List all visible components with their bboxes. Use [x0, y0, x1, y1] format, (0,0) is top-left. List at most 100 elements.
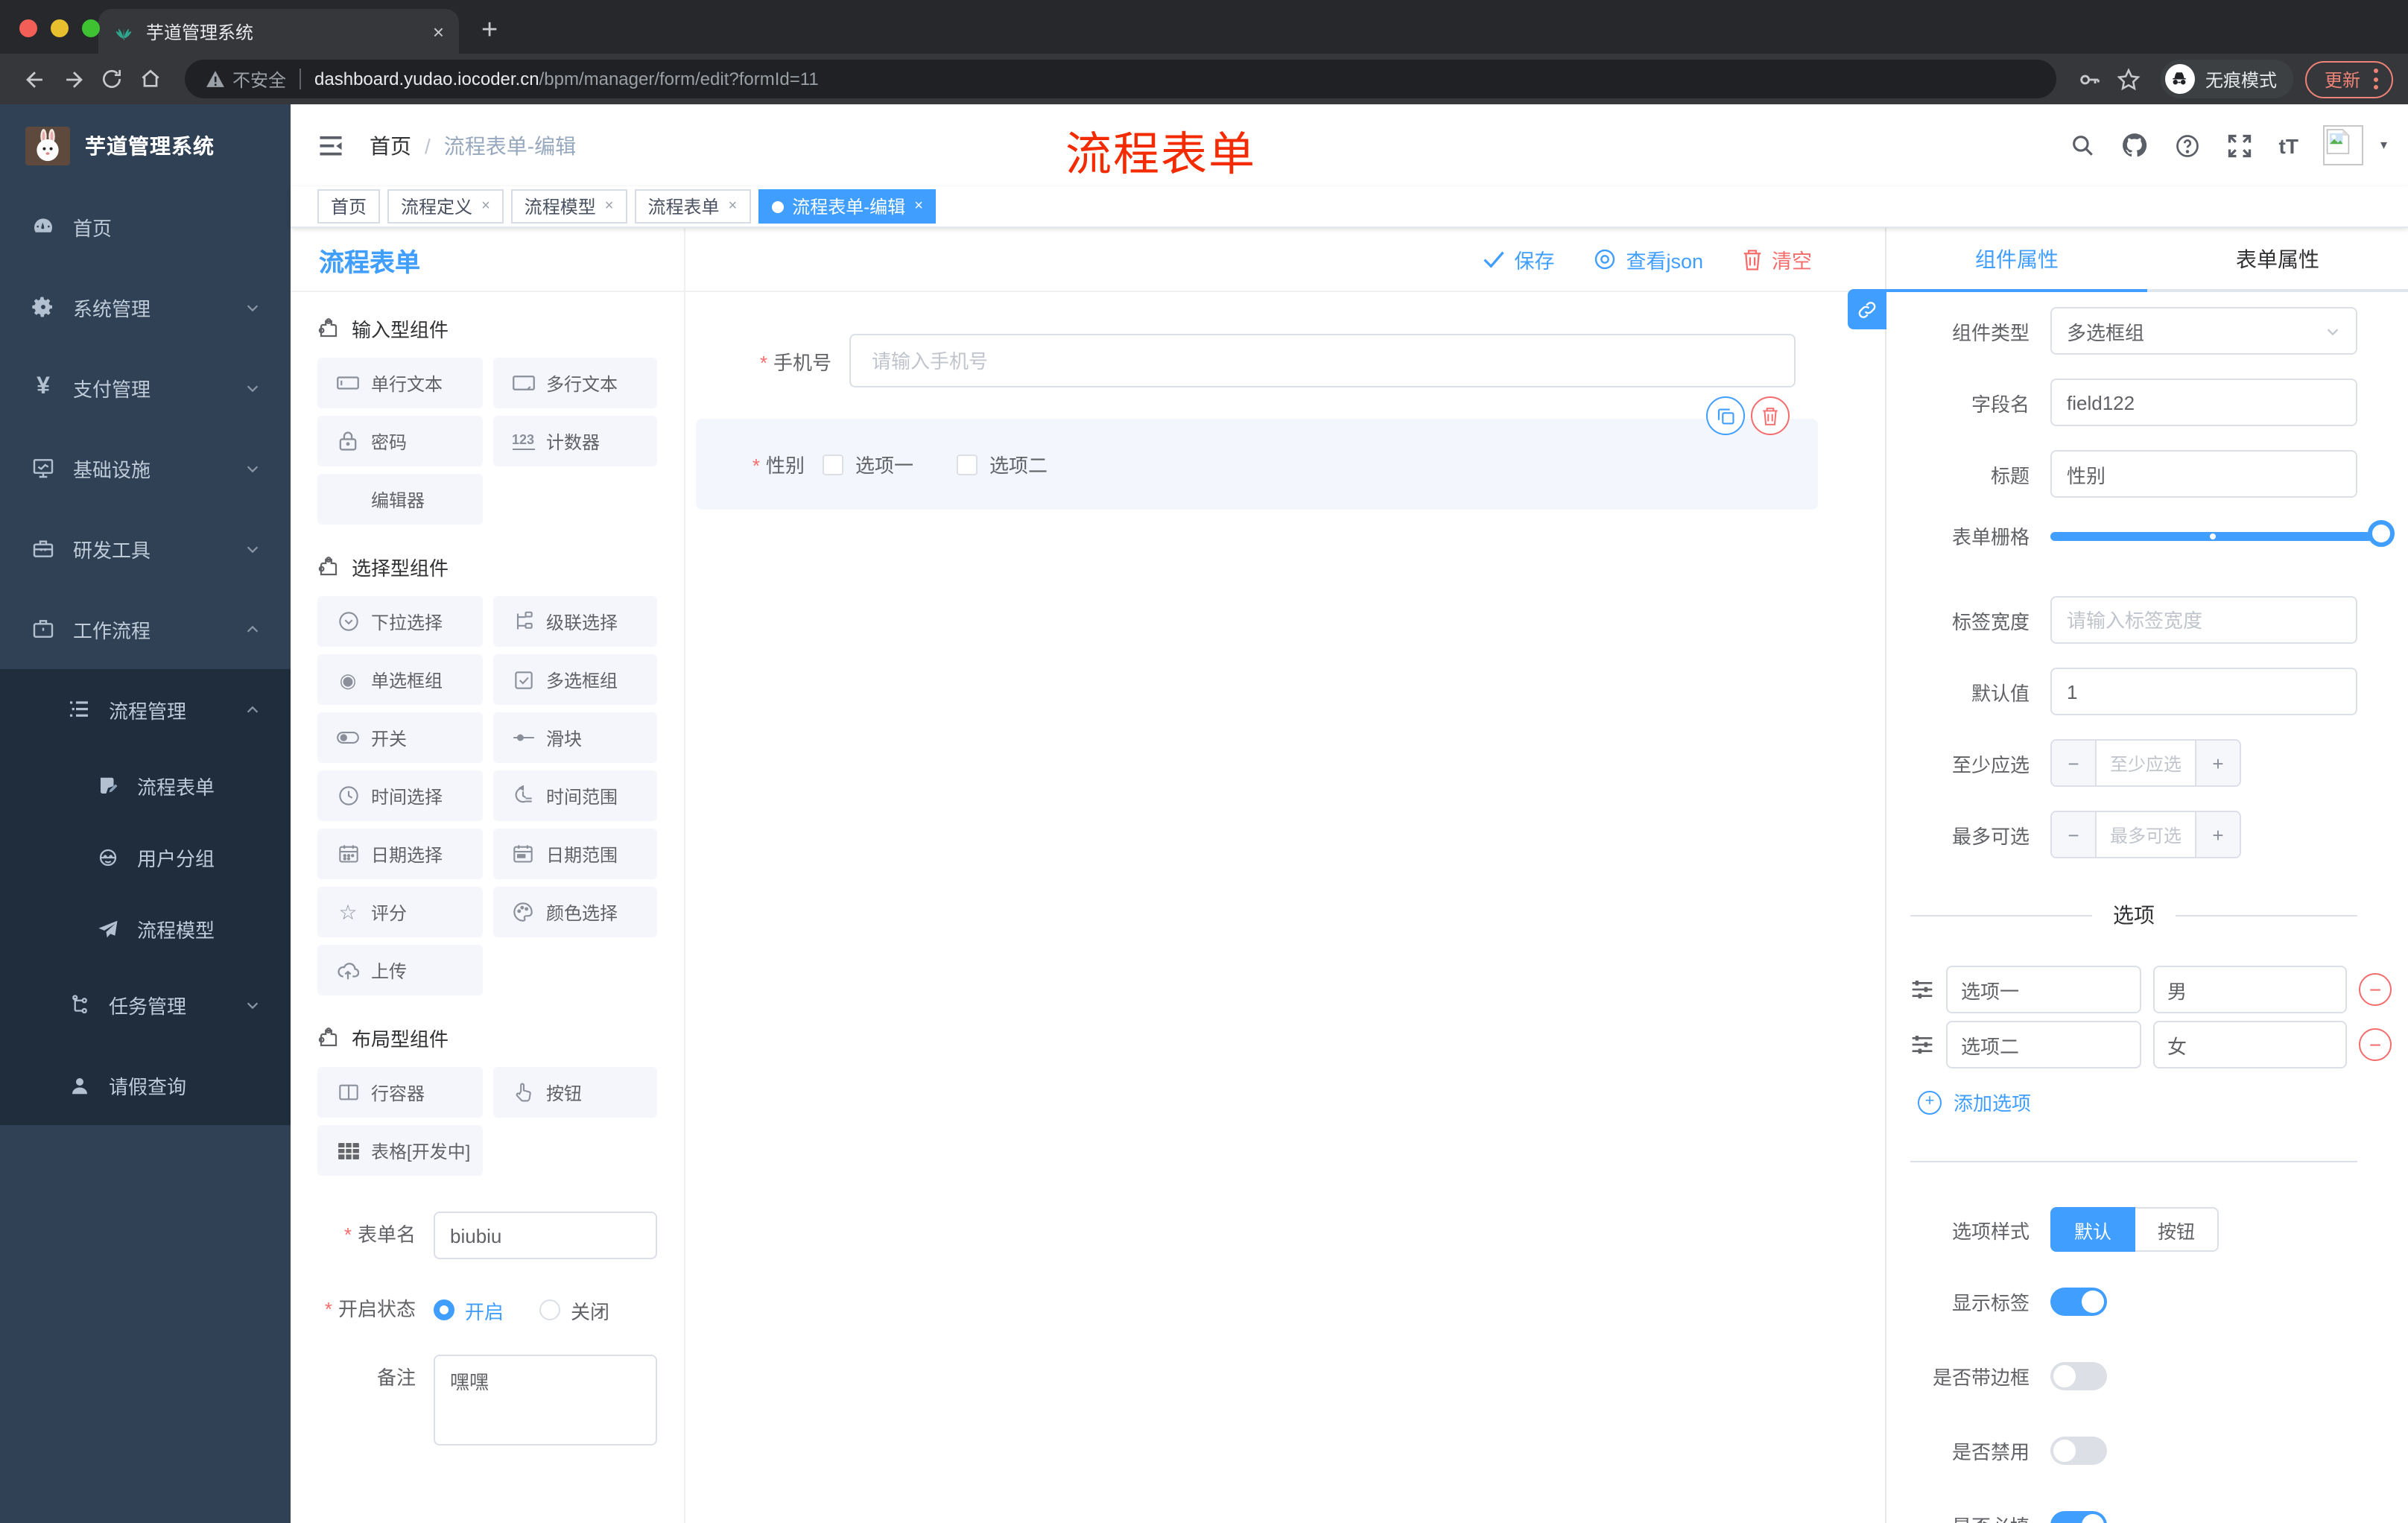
stepper-minus-button[interactable]: −: [2052, 812, 2097, 857]
option-value-input[interactable]: [2152, 1021, 2347, 1068]
gender-option-1[interactable]: 选项一: [823, 450, 913, 478]
canvas-field-phone[interactable]: 手机号: [723, 334, 1885, 387]
link-handle[interactable]: [1848, 289, 1886, 329]
password-key-icon[interactable]: [2071, 60, 2110, 98]
new-tab-button[interactable]: +: [481, 16, 498, 45]
sidebar-item-system[interactable]: 系统管理: [0, 267, 291, 347]
stepper-minus-button[interactable]: −: [2052, 741, 2097, 785]
phone-input[interactable]: [849, 334, 1796, 387]
minimize-window-button[interactable]: [51, 19, 69, 37]
sidebar-collapse-icon[interactable]: [317, 133, 344, 157]
sidebar-item-leave-query[interactable]: 请假查询: [0, 1045, 291, 1125]
palette-item-editor[interactable]: 编辑器: [317, 474, 482, 525]
sidebar-item-process-form[interactable]: 流程表单: [0, 750, 291, 821]
style-default-button[interactable]: 默认: [2050, 1207, 2136, 1252]
drag-handle-icon[interactable]: [1910, 978, 1934, 1001]
option-label-input[interactable]: [1946, 1021, 2141, 1068]
palette-item-checkbox-group[interactable]: 多选框组: [492, 654, 657, 705]
palette-item-rate[interactable]: ☆ 评分: [317, 887, 482, 937]
palette-item-counter[interactable]: 123 计数器: [492, 416, 657, 466]
sidebar-item-payment[interactable]: ¥ 支付管理: [0, 347, 291, 428]
address-bar[interactable]: 不安全 dashboard.yudao.iocoder.cn/bpm/manag…: [185, 60, 2056, 98]
palette-item-upload[interactable]: 上传: [317, 945, 482, 995]
security-warning-icon[interactable]: [206, 70, 225, 88]
style-button-button[interactable]: 按钮: [2135, 1207, 2220, 1252]
view-json-button[interactable]: 查看json: [1593, 244, 1703, 274]
title-input[interactable]: [2050, 450, 2357, 498]
palette-item-switch[interactable]: 开关: [317, 712, 482, 763]
security-label[interactable]: 不安全: [232, 66, 286, 92]
close-window-button[interactable]: [19, 19, 37, 37]
palette-item-radio-group[interactable]: ◉ 单选框组: [317, 654, 482, 705]
tag-process-form-edit[interactable]: 流程表单-编辑 ×: [758, 189, 937, 224]
default-value-input[interactable]: [2050, 668, 2357, 715]
window-controls[interactable]: [19, 19, 100, 37]
label-width-input[interactable]: [2050, 596, 2357, 644]
search-icon[interactable]: [2070, 133, 2096, 158]
tag-process-definition[interactable]: 流程定义 ×: [387, 189, 504, 224]
sidebar-item-workflow[interactable]: 工作流程: [0, 589, 291, 669]
update-label[interactable]: 更新: [2325, 66, 2360, 92]
palette-item-select[interactable]: 下拉选择: [317, 596, 482, 647]
zoom-window-button[interactable]: [82, 19, 100, 37]
form-grid-slider[interactable]: [2050, 519, 2395, 546]
browser-menu-icon[interactable]: [2374, 69, 2378, 89]
option-value-input[interactable]: [2152, 966, 2347, 1013]
min-select-stepper[interactable]: − 至少应选 +: [2050, 739, 2241, 787]
avatar-caret-icon[interactable]: ▾: [2380, 137, 2387, 153]
font-size-icon[interactable]: tT: [2279, 133, 2298, 157]
max-select-stepper[interactable]: − 最多可选 +: [2050, 811, 2241, 858]
palette-item-date-picker[interactable]: 日期选择: [317, 829, 482, 879]
clear-button[interactable]: 清空: [1742, 244, 1812, 274]
avatar[interactable]: [2323, 125, 2364, 165]
sidebar-item-home[interactable]: 首页: [0, 186, 291, 267]
sidebar-item-user-group[interactable]: 用户分组: [0, 821, 291, 893]
option-label-input[interactable]: [1946, 966, 2141, 1013]
tag-home[interactable]: 首页: [317, 189, 381, 224]
copy-field-button[interactable]: [1706, 396, 1745, 435]
tag-process-model[interactable]: 流程模型 ×: [510, 189, 627, 224]
delete-field-button[interactable]: [1751, 396, 1790, 435]
palette-item-row-container[interactable]: 行容器: [317, 1067, 482, 1118]
add-option-button[interactable]: + 添加选项: [1918, 1088, 2357, 1116]
breadcrumb-home[interactable]: 首页: [370, 130, 411, 160]
sidebar-item-devtools[interactable]: 研发工具: [0, 508, 291, 589]
field-name-input[interactable]: [2050, 379, 2357, 426]
tag-close-icon[interactable]: ×: [605, 198, 614, 215]
canvas-field-gender-selected[interactable]: 性别 选项一 选项二: [696, 396, 1818, 510]
gender-option-2[interactable]: 选项二: [957, 450, 1048, 478]
tag-close-icon[interactable]: ×: [481, 198, 490, 215]
palette-item-password[interactable]: 密码: [317, 416, 482, 466]
reload-icon[interactable]: [92, 60, 131, 98]
palette-item-date-range[interactable]: 日期范围: [492, 829, 657, 879]
form-name-input[interactable]: [434, 1212, 657, 1259]
browser-update-button[interactable]: 更新: [2304, 60, 2393, 98]
checkbox[interactable]: [823, 454, 843, 475]
show-label-toggle[interactable]: [2050, 1288, 2107, 1316]
palette-item-slider[interactable]: 滑块: [492, 712, 657, 763]
form-remark-textarea[interactable]: 嘿嘿: [434, 1355, 657, 1446]
sidebar-item-infra[interactable]: 基础设施: [0, 428, 291, 508]
tag-process-form[interactable]: 流程表单 ×: [634, 189, 751, 224]
palette-item-button[interactable]: 按钮: [492, 1067, 657, 1118]
github-icon[interactable]: [2121, 131, 2149, 159]
palette-item-textarea[interactable]: 多行文本: [492, 358, 657, 408]
palette-item-time-picker[interactable]: 时间选择: [317, 770, 482, 821]
save-button[interactable]: 保存: [1483, 244, 1554, 274]
checkbox[interactable]: [957, 454, 978, 475]
home-icon[interactable]: [131, 60, 170, 98]
forward-icon[interactable]: [54, 60, 92, 98]
help-icon[interactable]: [2175, 132, 2202, 159]
required-toggle[interactable]: [2050, 1511, 2107, 1523]
sidebar-item-task-mgmt[interactable]: 任务管理: [0, 964, 291, 1045]
tab-form-props[interactable]: 表单属性: [2147, 228, 2408, 292]
browser-tab[interactable]: 芋道管理系统 ×: [98, 9, 459, 54]
disabled-toggle[interactable]: [2050, 1437, 2107, 1465]
bookmark-star-icon[interactable]: [2110, 60, 2149, 98]
component-type-select[interactable]: 多选框组: [2050, 307, 2357, 355]
status-off-radio[interactable]: 关闭: [539, 1296, 609, 1324]
drag-handle-icon[interactable]: [1910, 1033, 1934, 1057]
tab-component-props[interactable]: 组件属性: [1886, 228, 2147, 292]
palette-item-table[interactable]: 表格[开发中]: [317, 1125, 482, 1176]
status-on-radio[interactable]: 开启: [434, 1296, 504, 1324]
